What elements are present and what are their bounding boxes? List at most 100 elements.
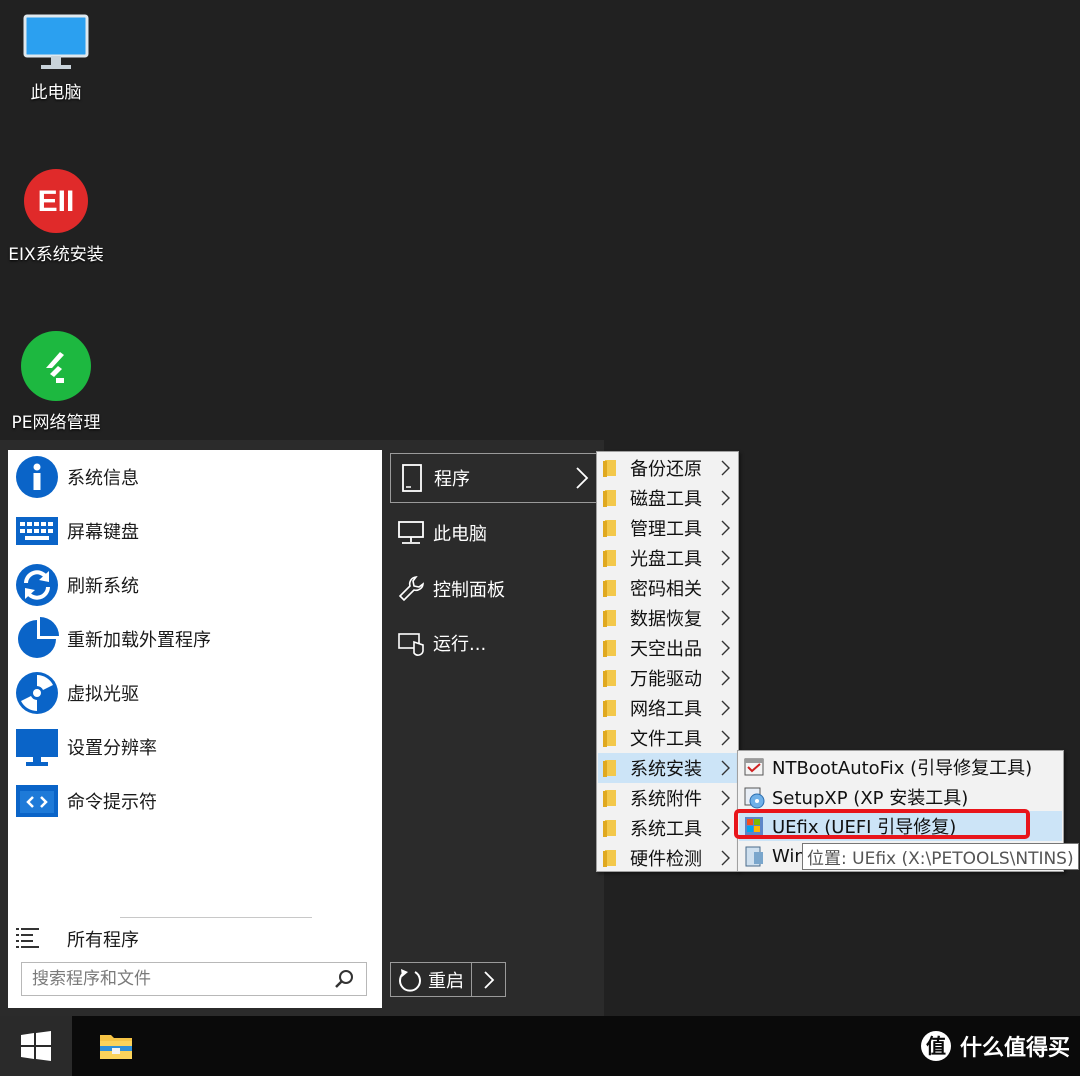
submenu-item-label: 备份还原 [630, 459, 702, 480]
submenu-item-label: 数据恢复 [630, 609, 702, 630]
chevron-right-icon [721, 610, 730, 626]
menu-item-system-info[interactable]: 系统信息 [8, 450, 382, 504]
submenu-item-setupxp[interactable]: SetupXP (XP 安装工具) [739, 782, 1062, 812]
submenu-item-folder[interactable]: 磁盘工具 [598, 483, 737, 513]
submenu-item-folder[interactable]: 数据恢复 [598, 603, 737, 633]
folder-icon [603, 490, 616, 507]
chevron-right-icon [721, 820, 730, 836]
chevron-right-icon [721, 760, 730, 776]
desktop-icon-label: 此电脑 [30, 83, 82, 103]
chevron-right-icon [721, 850, 730, 866]
all-programs-button[interactable]: 所有程序 [8, 920, 382, 958]
desktop-icon-pe-network[interactable]: PE网络管理 [1, 330, 111, 433]
menu-item-reload-external[interactable]: 重新加载外置程序 [8, 612, 382, 666]
folder-icon [603, 550, 616, 567]
chevron-right-icon [721, 640, 730, 656]
chevron-right-icon [721, 520, 730, 536]
folder-icon [603, 460, 616, 477]
wininstall-icon [745, 846, 763, 867]
submenu-item-label: 磁盘工具 [630, 489, 702, 510]
folder-icon [603, 790, 616, 807]
disc-icon [16, 672, 58, 714]
menu-item-control-panel[interactable]: 控制面板 [390, 565, 602, 613]
submenu-item-folder[interactable]: 网络工具 [598, 693, 737, 723]
eix-logo-icon: EII [24, 169, 88, 233]
folder-icon [603, 670, 616, 687]
menu-item-set-resolution[interactable]: 设置分辨率 [8, 720, 382, 774]
folder-icon [603, 760, 616, 777]
folder-icon [603, 730, 616, 747]
restart-button[interactable]: 重启 [390, 962, 472, 997]
terminal-icon [16, 785, 58, 817]
file-explorer-button[interactable] [80, 1016, 152, 1076]
location-tooltip: 位置: UEfix (X:\PETOOLS\NTINS) [802, 843, 1079, 870]
menu-item-run[interactable]: 运行... [390, 619, 602, 667]
highlight-annotation [734, 809, 1030, 839]
chevron-right-icon [721, 700, 730, 716]
menu-item-programs[interactable]: 程序 [390, 453, 602, 503]
computer-icon [398, 521, 424, 544]
shutdown-options-button[interactable] [471, 962, 506, 997]
submenu-item-label: 系统工具 [630, 819, 702, 840]
submenu-item-folder[interactable]: 系统工具 [598, 813, 737, 843]
folder-icon [603, 700, 616, 717]
submenu-item-folder[interactable]: 硬件检测 [598, 843, 737, 873]
folder-icon [603, 610, 616, 627]
monitor-icon [16, 729, 58, 766]
keyboard-icon [16, 517, 58, 545]
search-input[interactable] [32, 969, 334, 989]
submenu-item-folder[interactable]: 管理工具 [598, 513, 737, 543]
submenu-item-folder[interactable]: 天空出品 [598, 633, 737, 663]
submenu-item-folder[interactable]: 万能驱动 [598, 663, 737, 693]
submenu-item-folder[interactable]: 密码相关 [598, 573, 737, 603]
submenu-item-label: 网络工具 [630, 699, 702, 720]
chevron-right-icon [483, 970, 494, 989]
desktop-icon-label: PE网络管理 [11, 413, 101, 433]
menu-item-virtual-drive[interactable]: 虚拟光驱 [8, 666, 382, 720]
wrench-icon [398, 576, 424, 602]
smzdm-logo-icon: 值 [920, 1031, 951, 1061]
submenu-item-label: 硬件检测 [630, 849, 702, 870]
menu-item-screen-keyboard[interactable]: 屏幕键盘 [8, 504, 382, 558]
submenu-item-ntbootautofix[interactable]: NTBootAutoFix (引导修复工具) [739, 752, 1062, 782]
network-manager-icon [21, 331, 91, 401]
setupxp-icon [744, 787, 765, 809]
divider [120, 917, 312, 918]
submenu-item-label: 密码相关 [630, 579, 702, 600]
menu-item-this-pc[interactable]: 此电脑 [390, 509, 602, 557]
submenu-item-folder[interactable]: 光盘工具 [598, 543, 737, 573]
folder-icon [603, 520, 616, 537]
search-box[interactable] [21, 962, 367, 996]
folder-icon [603, 640, 616, 657]
chevron-right-icon [721, 730, 730, 746]
desktop-icon-label: EIX系统安装 [8, 245, 104, 265]
submenu-item-label: 天空出品 [630, 639, 702, 660]
chevron-right-icon [721, 550, 730, 566]
desktop-icon-eix-install[interactable]: EII EIX系统安装 [1, 168, 111, 265]
folder-icon [603, 850, 616, 867]
run-icon [398, 633, 424, 656]
start-button[interactable] [0, 1016, 72, 1076]
chevron-right-icon [721, 670, 730, 686]
monitor-icon [23, 14, 89, 69]
info-icon [16, 456, 58, 498]
power-restart-icon [399, 968, 421, 992]
submenu-item-folder[interactable]: 系统安装 [598, 753, 737, 783]
submenu-item-folder[interactable]: 备份还原 [598, 453, 737, 483]
submenu-item-folder[interactable]: 系统附件 [598, 783, 737, 813]
pie-chart-icon [18, 617, 59, 658]
search-icon[interactable] [334, 968, 356, 990]
chevron-right-icon [721, 460, 730, 476]
menu-item-refresh-system[interactable]: 刷新系统 [8, 558, 382, 612]
submenu-item-label: 万能驱动 [630, 669, 702, 690]
submenu-item-label: 系统附件 [630, 789, 702, 810]
menu-item-command-prompt[interactable]: 命令提示符 [8, 774, 382, 828]
folder-icon [603, 580, 616, 597]
chevron-right-icon [721, 580, 730, 596]
submenu-item-folder[interactable]: 文件工具 [598, 723, 737, 753]
programs-submenu: 备份还原磁盘工具管理工具光盘工具密码相关数据恢复天空出品万能驱动网络工具文件工具… [596, 451, 739, 872]
folder-icon [603, 820, 616, 837]
desktop-icon-this-pc[interactable]: 此电脑 [1, 14, 111, 103]
list-icon [16, 928, 39, 948]
submenu-item-label: 管理工具 [630, 519, 702, 540]
